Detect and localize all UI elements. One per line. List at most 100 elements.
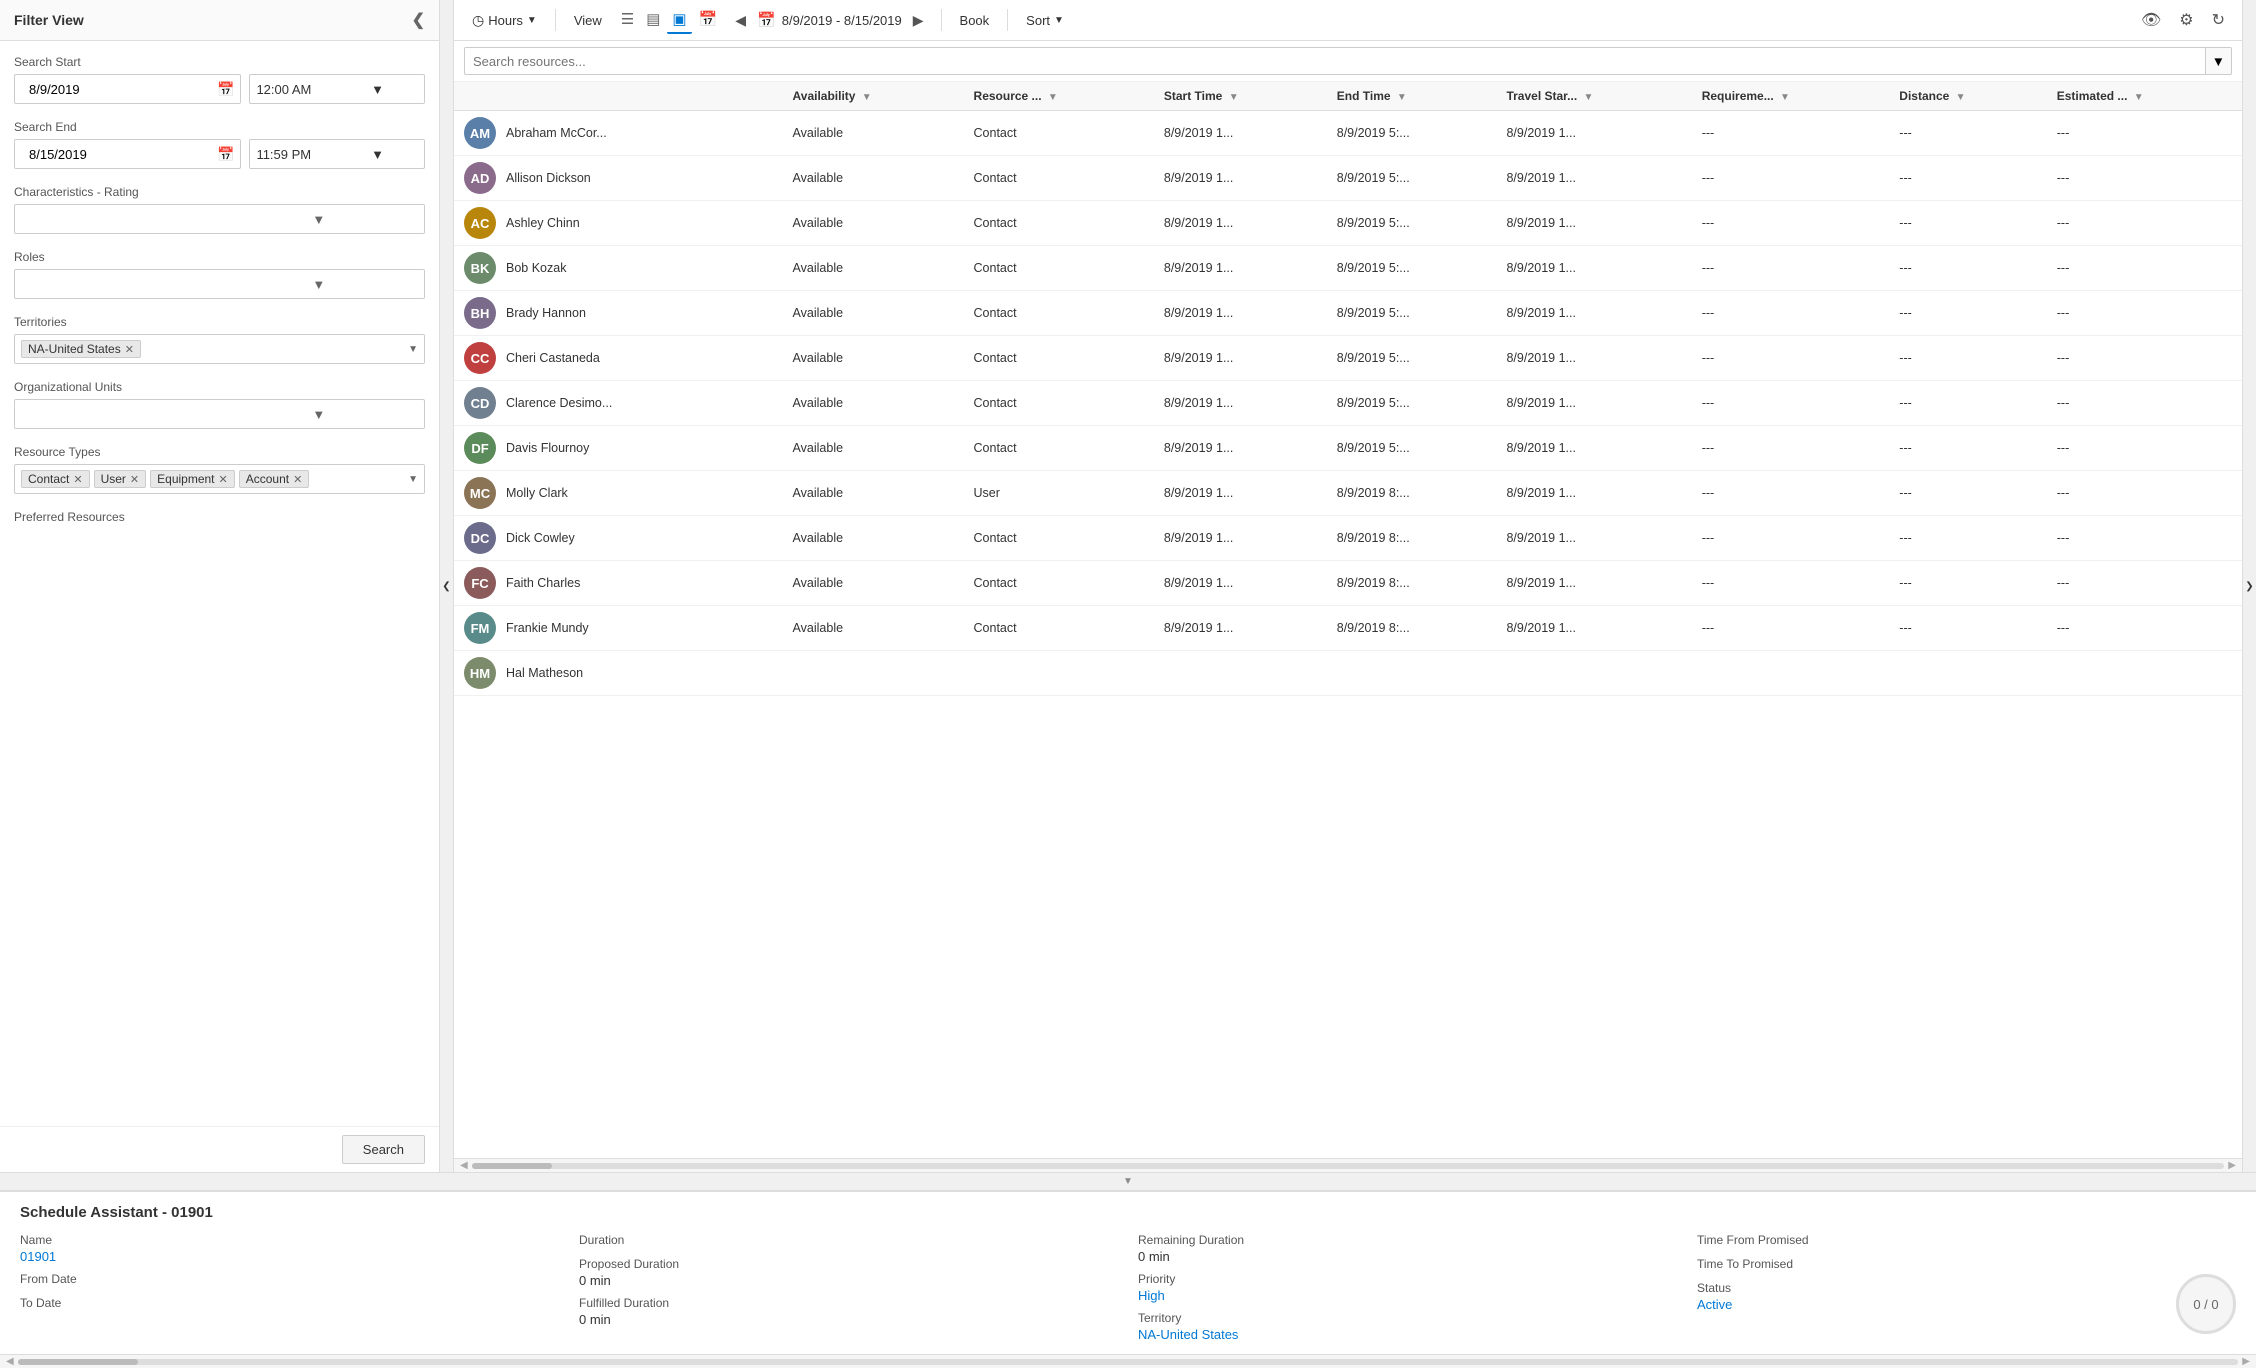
table-row[interactable]: BKBob KozakAvailableContact8/9/2019 1...…	[454, 246, 2242, 291]
roles-arrow[interactable]: ▼	[220, 277, 419, 292]
distance-cell: ---	[1889, 471, 2046, 516]
requirement-cell: ---	[1692, 606, 1890, 651]
collapse-left-icon[interactable]: ❮	[412, 10, 425, 30]
resource-type-tag-equipment-remove[interactable]: ✕	[219, 473, 228, 486]
th-estimated[interactable]: Estimated ... ▼	[2047, 82, 2242, 111]
collapse-right-panel-button[interactable]: ❯	[2242, 0, 2256, 1172]
th-availability[interactable]: Availability ▼	[783, 82, 964, 111]
detail-name-value[interactable]: 01901	[20, 1249, 559, 1264]
table-row[interactable]: ADAllison DicksonAvailableContact8/9/201…	[454, 156, 2242, 201]
table-row[interactable]: MCMolly ClarkAvailableUser8/9/2019 1...8…	[454, 471, 2242, 516]
roles-dropdown[interactable]: ▼	[14, 269, 425, 299]
detail-time-to-promised-row: Time To Promised	[1697, 1257, 2236, 1273]
resource-type-tag-contact: Contact ✕	[21, 470, 90, 488]
th-requireme[interactable]: Requireme... ▼	[1692, 82, 1890, 111]
org-units-arrow[interactable]: ▼	[220, 407, 419, 422]
th-distance[interactable]: Distance ▼	[1889, 82, 2046, 111]
table-row[interactable]: AMAbraham McCor...AvailableContact8/9/20…	[454, 111, 2242, 156]
book-button[interactable]: Book	[954, 9, 996, 32]
bottom-scroll-left-icon[interactable]: ◀	[6, 1356, 14, 1367]
table-row[interactable]: DFDavis FlournoyAvailableContact8/9/2019…	[454, 426, 2242, 471]
territories-label: Territories	[14, 315, 425, 329]
sort-button[interactable]: Sort ▼	[1020, 9, 1070, 32]
resource-types-tags-input[interactable]: Contact ✕ User ✕ Equipment ✕ Account	[14, 464, 425, 494]
detail-territory-value[interactable]: NA-United States	[1138, 1327, 1677, 1342]
search-start-time-dropdown-arrow[interactable]: ▼	[337, 82, 418, 97]
view-button[interactable]: View	[568, 9, 608, 32]
settings-icon[interactable]: ⚙	[2174, 7, 2198, 33]
search-end-date-input[interactable]	[21, 139, 213, 169]
org-units-section: Organizational Units ▼	[14, 380, 425, 429]
list-view-icon[interactable]: ☰	[616, 6, 639, 34]
table-row[interactable]: CDClarence Desimo...AvailableContact8/9/…	[454, 381, 2242, 426]
search-end-time-wrapper: 11:59 PM ▼	[249, 139, 425, 169]
table-row[interactable]: DCDick CowleyAvailableContact8/9/2019 1.…	[454, 516, 2242, 561]
detail-from-date-label: From Date	[20, 1272, 559, 1286]
collapse-left-panel-button[interactable]: ❮	[440, 0, 454, 1172]
start-time-cell: 8/9/2019 1...	[1154, 246, 1327, 291]
table-row[interactable]: HMHal Matheson	[454, 651, 2242, 696]
avatar: DF	[464, 432, 496, 464]
resource-name-cell: FCFaith Charles	[454, 561, 783, 606]
table-row[interactable]: BHBrady HannonAvailableContact8/9/2019 1…	[454, 291, 2242, 336]
hours-button[interactable]: ◷ Hours ▼	[466, 8, 543, 33]
search-start-date-input[interactable]	[21, 74, 213, 104]
detail-remaining-duration-label: Remaining Duration	[1138, 1233, 1677, 1247]
resource-type-tag-account-remove[interactable]: ✕	[293, 473, 302, 486]
search-resources-input[interactable]	[464, 47, 2206, 75]
detail-status-value[interactable]: Active	[1697, 1297, 2236, 1312]
search-start-calendar-icon[interactable]: 📅	[217, 81, 234, 98]
resource-type-tag-user-remove[interactable]: ✕	[130, 473, 139, 486]
detail-proposed-duration-row: Proposed Duration 0 min	[579, 1257, 1118, 1288]
next-date-button[interactable]: ▶	[908, 9, 929, 32]
resource-types-dropdown-arrow[interactable]: ▼	[408, 474, 418, 485]
search-resources-dropdown-button[interactable]: ▼	[2206, 47, 2232, 75]
search-button[interactable]: Search	[342, 1135, 425, 1164]
horizontal-scrollbar[interactable]: ◀ ▶	[454, 1158, 2242, 1172]
date-calendar-icon[interactable]: 📅	[757, 11, 776, 29]
vertical-expand-button[interactable]: ▼	[0, 1172, 2256, 1190]
scroll-right-icon[interactable]: ▶	[2228, 1160, 2236, 1171]
detail-col-2: Duration Proposed Duration 0 min Fulfill…	[579, 1233, 1118, 1342]
resource-type-cell: Contact	[964, 246, 1154, 291]
search-end-calendar-icon[interactable]: 📅	[217, 146, 234, 163]
th-name[interactable]	[454, 82, 783, 111]
calendar-view-icon[interactable]: 📅	[694, 6, 723, 34]
characteristics-rating-arrow[interactable]: ▼	[220, 212, 419, 227]
table-row[interactable]: FMFrankie MundyAvailableContact8/9/2019 …	[454, 606, 2242, 651]
territories-dropdown-arrow[interactable]: ▼	[408, 344, 418, 355]
estimated-cell: ---	[2047, 201, 2242, 246]
detail-col-3: Remaining Duration 0 min Priority High T…	[1138, 1233, 1677, 1342]
end-time-cell: 8/9/2019 5:...	[1327, 381, 1497, 426]
resource-name-label: Brady Hannon	[506, 306, 586, 320]
refresh-icon[interactable]: ↻	[2207, 7, 2230, 33]
distance-cell: ---	[1889, 561, 2046, 606]
eye-icon[interactable]: 👁	[2136, 7, 2166, 33]
bottom-horizontal-scrollbar[interactable]: ◀ ▶	[0, 1354, 2256, 1368]
org-units-dropdown[interactable]: ▼	[14, 399, 425, 429]
th-start-time[interactable]: Start Time ▼	[1154, 82, 1327, 111]
bottom-scroll-right-icon[interactable]: ▶	[2242, 1356, 2250, 1367]
end-time-cell: 8/9/2019 8:...	[1327, 606, 1497, 651]
avatar: BK	[464, 252, 496, 284]
grid-view-icon[interactable]: ▣	[667, 6, 691, 34]
territories-tags-input[interactable]: NA-United States ✕ ▼	[14, 334, 425, 364]
detail-priority-value[interactable]: High	[1138, 1288, 1677, 1303]
resource-type-tag-contact-remove[interactable]: ✕	[73, 473, 82, 486]
territory-tag-0-remove[interactable]: ✕	[125, 343, 134, 356]
search-end-time-dropdown-arrow[interactable]: ▼	[337, 147, 418, 162]
table-row[interactable]: CCCheri CastanedaAvailableContact8/9/201…	[454, 336, 2242, 381]
characteristics-rating-dropdown[interactable]: ▼	[14, 204, 425, 234]
prev-date-button[interactable]: ◀	[730, 9, 751, 32]
avatar: DC	[464, 522, 496, 554]
th-travel-star[interactable]: Travel Star... ▼	[1496, 82, 1691, 111]
scroll-left-icon[interactable]: ◀	[460, 1160, 468, 1171]
progress-circle: 0 / 0	[2176, 1274, 2236, 1334]
roles-section: Roles ▼	[14, 250, 425, 299]
bars-view-icon[interactable]: ▤	[641, 6, 665, 34]
th-resource[interactable]: Resource ... ▼	[964, 82, 1154, 111]
requirement-cell: ---	[1692, 336, 1890, 381]
table-row[interactable]: FCFaith CharlesAvailableContact8/9/2019 …	[454, 561, 2242, 606]
table-row[interactable]: ACAshley ChinnAvailableContact8/9/2019 1…	[454, 201, 2242, 246]
th-end-time[interactable]: End Time ▼	[1327, 82, 1497, 111]
